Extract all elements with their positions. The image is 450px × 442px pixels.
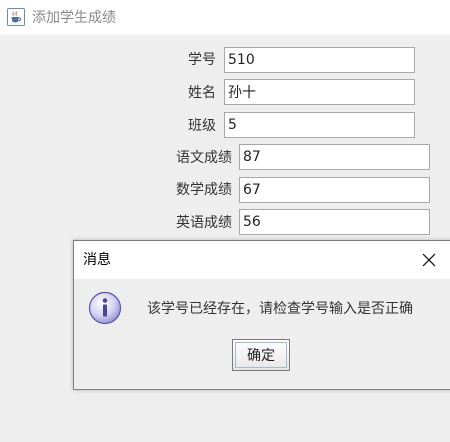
ok-button-label: 确定 xyxy=(235,342,287,368)
student-id-input[interactable] xyxy=(224,47,415,73)
math-score-input[interactable] xyxy=(239,177,430,203)
info-icon xyxy=(88,291,122,325)
class-input[interactable] xyxy=(224,112,415,138)
dialog-message: 该学号已经存在，请检查学号输入是否正确 xyxy=(147,301,413,317)
name-input[interactable] xyxy=(224,79,415,105)
window-titlebar: 添加学生成绩 xyxy=(0,0,450,35)
dialog-title: 消息 xyxy=(83,252,111,268)
java-cup-icon xyxy=(7,8,25,26)
english-score-input[interactable] xyxy=(239,209,430,235)
close-icon[interactable] xyxy=(420,251,438,269)
class-label: 班级 xyxy=(188,118,216,134)
chinese-score-label: 语文成绩 xyxy=(176,150,232,166)
student-id-label: 学号 xyxy=(188,52,216,68)
add-student-score-window: 添加学生成绩 学号 姓名 班级 语文成绩 数学成绩 英语成绩 消息 xyxy=(0,0,450,442)
dialog-titlebar: 消息 xyxy=(74,241,450,279)
math-score-label: 数学成绩 xyxy=(176,182,232,198)
english-score-label: 英语成绩 xyxy=(176,215,232,231)
message-dialog: 消息 该学号已经存在，请检查学号输入是否正确 确定 xyxy=(73,240,450,390)
name-label: 姓名 xyxy=(188,85,216,101)
chinese-score-input[interactable] xyxy=(239,144,430,170)
window-title: 添加学生成绩 xyxy=(32,10,116,26)
ok-button[interactable]: 确定 xyxy=(232,339,290,371)
